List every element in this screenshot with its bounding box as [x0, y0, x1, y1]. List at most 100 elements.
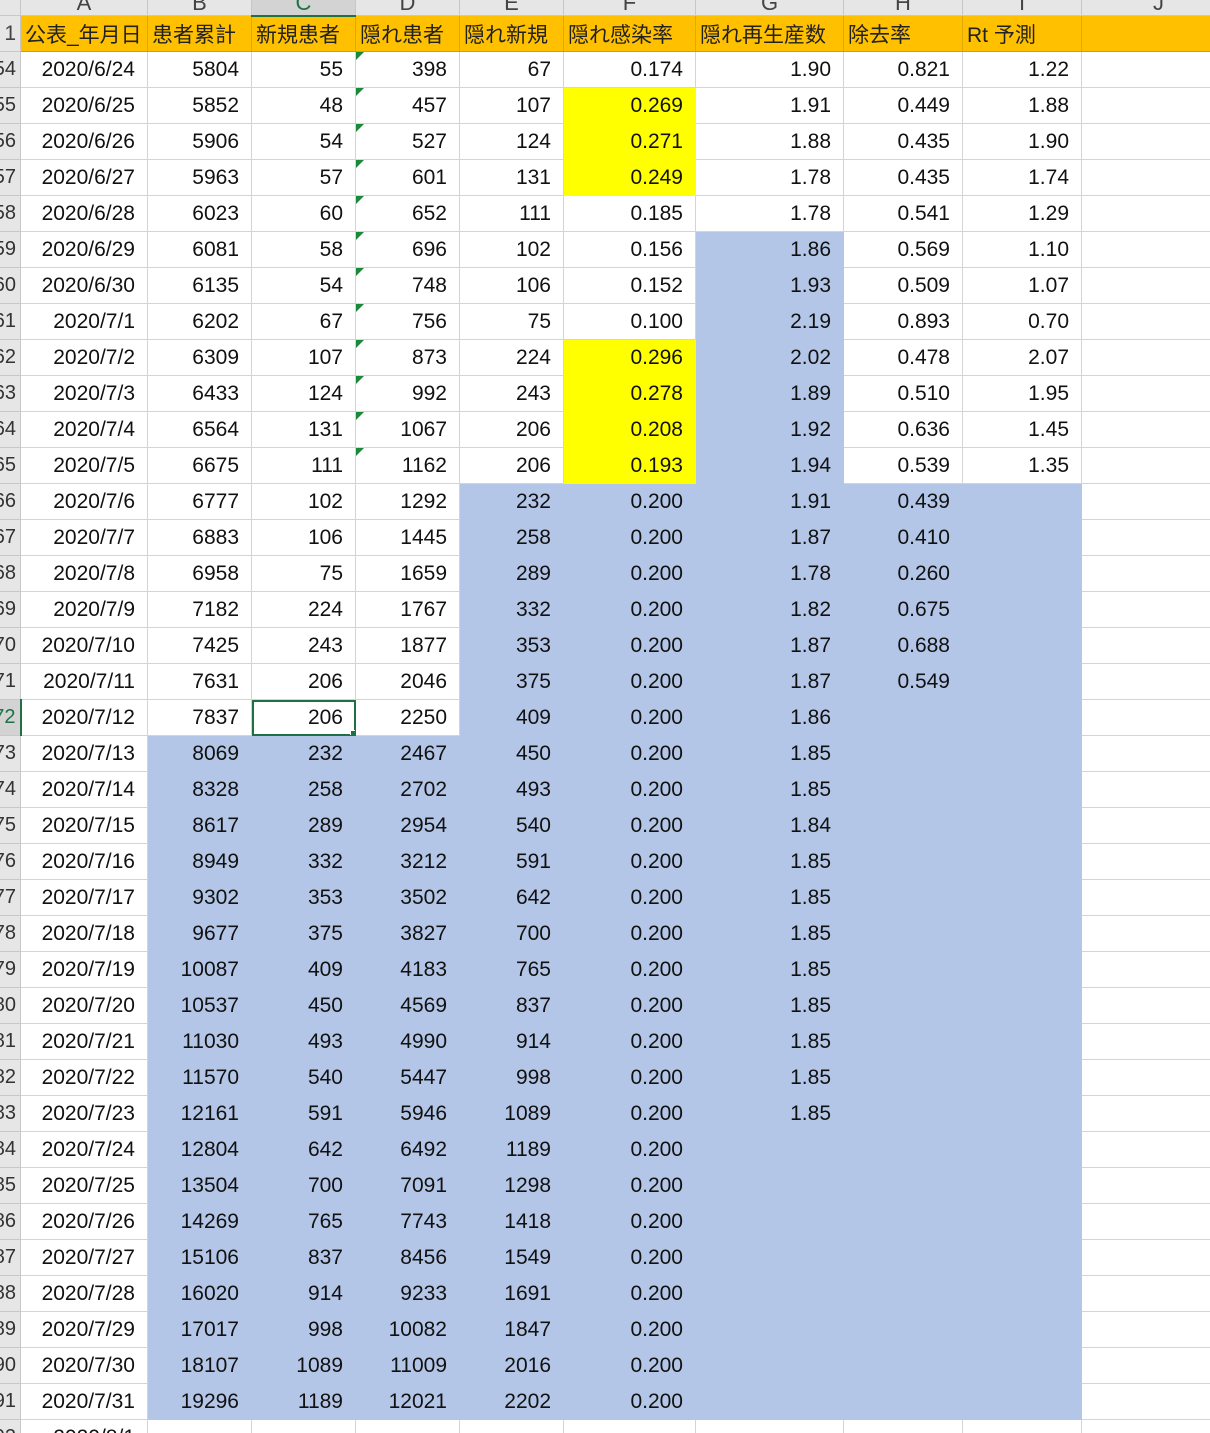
hidden-patients-cell[interactable]: 6492: [355, 1131, 460, 1168]
hidden-new-cell[interactable]: 1418: [459, 1203, 564, 1240]
new-patients-cell[interactable]: 48: [251, 87, 356, 124]
row-number[interactable]: 1: [0, 15, 21, 52]
rt-forecast-cell[interactable]: [962, 591, 1082, 628]
cumulative-cell[interactable]: 6883: [147, 519, 252, 556]
new-patients-cell[interactable]: 54: [251, 123, 356, 160]
hidden-new-cell[interactable]: 2202: [459, 1383, 564, 1420]
new-patients-cell[interactable]: 914: [251, 1275, 356, 1312]
new-patients-cell[interactable]: 57: [251, 159, 356, 196]
row-number[interactable]: 92: [0, 1419, 21, 1433]
date-cell[interactable]: 2020/7/28: [20, 1275, 148, 1312]
hidden-rate-cell[interactable]: 0.208: [563, 411, 696, 448]
empty-cell[interactable]: [1081, 303, 1210, 340]
removal-rate-cell[interactable]: 0.688: [843, 627, 963, 664]
rt-forecast-cell[interactable]: [962, 699, 1082, 736]
empty-cell[interactable]: [1081, 987, 1210, 1024]
hidden-rate-cell[interactable]: 0.200: [563, 483, 696, 520]
hidden-new-cell[interactable]: 332: [459, 591, 564, 628]
hidden-patients-cell[interactable]: 9233: [355, 1275, 460, 1312]
empty-cell[interactable]: [1081, 1023, 1210, 1060]
removal-rate-cell[interactable]: 0.539: [843, 447, 963, 484]
cumulative-cell[interactable]: 13504: [147, 1167, 252, 1204]
rt-forecast-cell[interactable]: [962, 1311, 1082, 1348]
row-number[interactable]: 79: [0, 951, 21, 988]
header-cell-rt-forecast[interactable]: Rt 予測: [962, 15, 1082, 52]
hidden-rate-cell[interactable]: 0.278: [563, 375, 696, 412]
date-cell[interactable]: 2020/6/29: [20, 231, 148, 268]
removal-rate-cell[interactable]: 0.478: [843, 339, 963, 376]
hidden-patients-cell[interactable]: 4183: [355, 951, 460, 988]
empty-cell[interactable]: [1081, 591, 1210, 628]
hidden-patients-cell[interactable]: 7743: [355, 1203, 460, 1240]
hidden-new-cell[interactable]: 1549: [459, 1239, 564, 1276]
hidden-patients-cell[interactable]: 11009: [355, 1347, 460, 1384]
hidden-rate-cell[interactable]: 0.200: [563, 1023, 696, 1060]
date-cell[interactable]: 2020/7/23: [20, 1095, 148, 1132]
hidden-new-cell[interactable]: 206: [459, 447, 564, 484]
removal-rate-cell[interactable]: [843, 1419, 963, 1433]
removal-rate-cell[interactable]: 0.636: [843, 411, 963, 448]
row-number[interactable]: 54: [0, 51, 21, 88]
empty-cell[interactable]: [1081, 195, 1210, 232]
rt-forecast-cell[interactable]: 1.74: [962, 159, 1082, 196]
hidden-new-cell[interactable]: 700: [459, 915, 564, 952]
reproduction-cell[interactable]: 1.78: [695, 159, 844, 196]
new-patients-cell[interactable]: 60: [251, 195, 356, 232]
hidden-new-cell[interactable]: 375: [459, 663, 564, 700]
hidden-rate-cell[interactable]: 0.200: [563, 987, 696, 1024]
date-cell[interactable]: 2020/8/1: [20, 1419, 148, 1433]
cumulative-cell[interactable]: 6135: [147, 267, 252, 304]
reproduction-cell[interactable]: 2.19: [695, 303, 844, 340]
reproduction-cell[interactable]: 1.85: [695, 771, 844, 808]
header-cell-hidden-new[interactable]: 隠れ新規: [459, 15, 564, 52]
empty-cell[interactable]: [1081, 1095, 1210, 1132]
removal-rate-cell[interactable]: 0.435: [843, 159, 963, 196]
row-number[interactable]: 70: [0, 627, 21, 664]
row-number[interactable]: 77: [0, 879, 21, 916]
new-patients-cell[interactable]: 206: [251, 699, 356, 736]
row-number[interactable]: 61: [0, 303, 21, 340]
cumulative-cell[interactable]: 17017: [147, 1311, 252, 1348]
row-number[interactable]: 84: [0, 1131, 21, 1168]
empty-cell[interactable]: [1081, 1383, 1210, 1420]
date-cell[interactable]: 2020/7/2: [20, 339, 148, 376]
new-patients-cell[interactable]: 700: [251, 1167, 356, 1204]
date-cell[interactable]: 2020/7/29: [20, 1311, 148, 1348]
hidden-new-cell[interactable]: 1089: [459, 1095, 564, 1132]
hidden-new-cell[interactable]: 111: [459, 195, 564, 232]
row-number[interactable]: 66: [0, 483, 21, 520]
cumulative-cell[interactable]: [147, 1419, 252, 1433]
header-cell-new-patients[interactable]: 新規患者: [251, 15, 356, 52]
row-number[interactable]: 89: [0, 1311, 21, 1348]
empty-cell[interactable]: [1081, 159, 1210, 196]
reproduction-cell[interactable]: 1.78: [695, 555, 844, 592]
reproduction-cell[interactable]: 1.92: [695, 411, 844, 448]
date-cell[interactable]: 2020/7/26: [20, 1203, 148, 1240]
reproduction-cell[interactable]: 1.78: [695, 195, 844, 232]
cumulative-cell[interactable]: 9677: [147, 915, 252, 952]
hidden-new-cell[interactable]: 75: [459, 303, 564, 340]
hidden-patients-cell[interactable]: 3212: [355, 843, 460, 880]
cumulative-cell[interactable]: 5963: [147, 159, 252, 196]
date-cell[interactable]: 2020/7/20: [20, 987, 148, 1024]
hidden-patients-cell[interactable]: 8456: [355, 1239, 460, 1276]
empty-cell[interactable]: [1081, 375, 1210, 412]
removal-rate-cell[interactable]: [843, 987, 963, 1024]
row-number[interactable]: 83: [0, 1095, 21, 1132]
removal-rate-cell[interactable]: 0.439: [843, 483, 963, 520]
new-patients-cell[interactable]: 106: [251, 519, 356, 556]
row-number[interactable]: 87: [0, 1239, 21, 1276]
date-cell[interactable]: 2020/6/30: [20, 267, 148, 304]
date-cell[interactable]: 2020/7/30: [20, 1347, 148, 1384]
hidden-rate-cell[interactable]: 0.200: [563, 735, 696, 772]
empty-cell[interactable]: [1081, 519, 1210, 556]
reproduction-cell[interactable]: 1.85: [695, 915, 844, 952]
empty-cell[interactable]: [1081, 1167, 1210, 1204]
new-patients-cell[interactable]: 837: [251, 1239, 356, 1276]
removal-rate-cell[interactable]: [843, 1023, 963, 1060]
empty-cell[interactable]: [1081, 123, 1210, 160]
reproduction-cell[interactable]: 1.87: [695, 663, 844, 700]
hidden-new-cell[interactable]: 1691: [459, 1275, 564, 1312]
reproduction-cell[interactable]: 1.89: [695, 375, 844, 412]
reproduction-cell[interactable]: 1.85: [695, 843, 844, 880]
